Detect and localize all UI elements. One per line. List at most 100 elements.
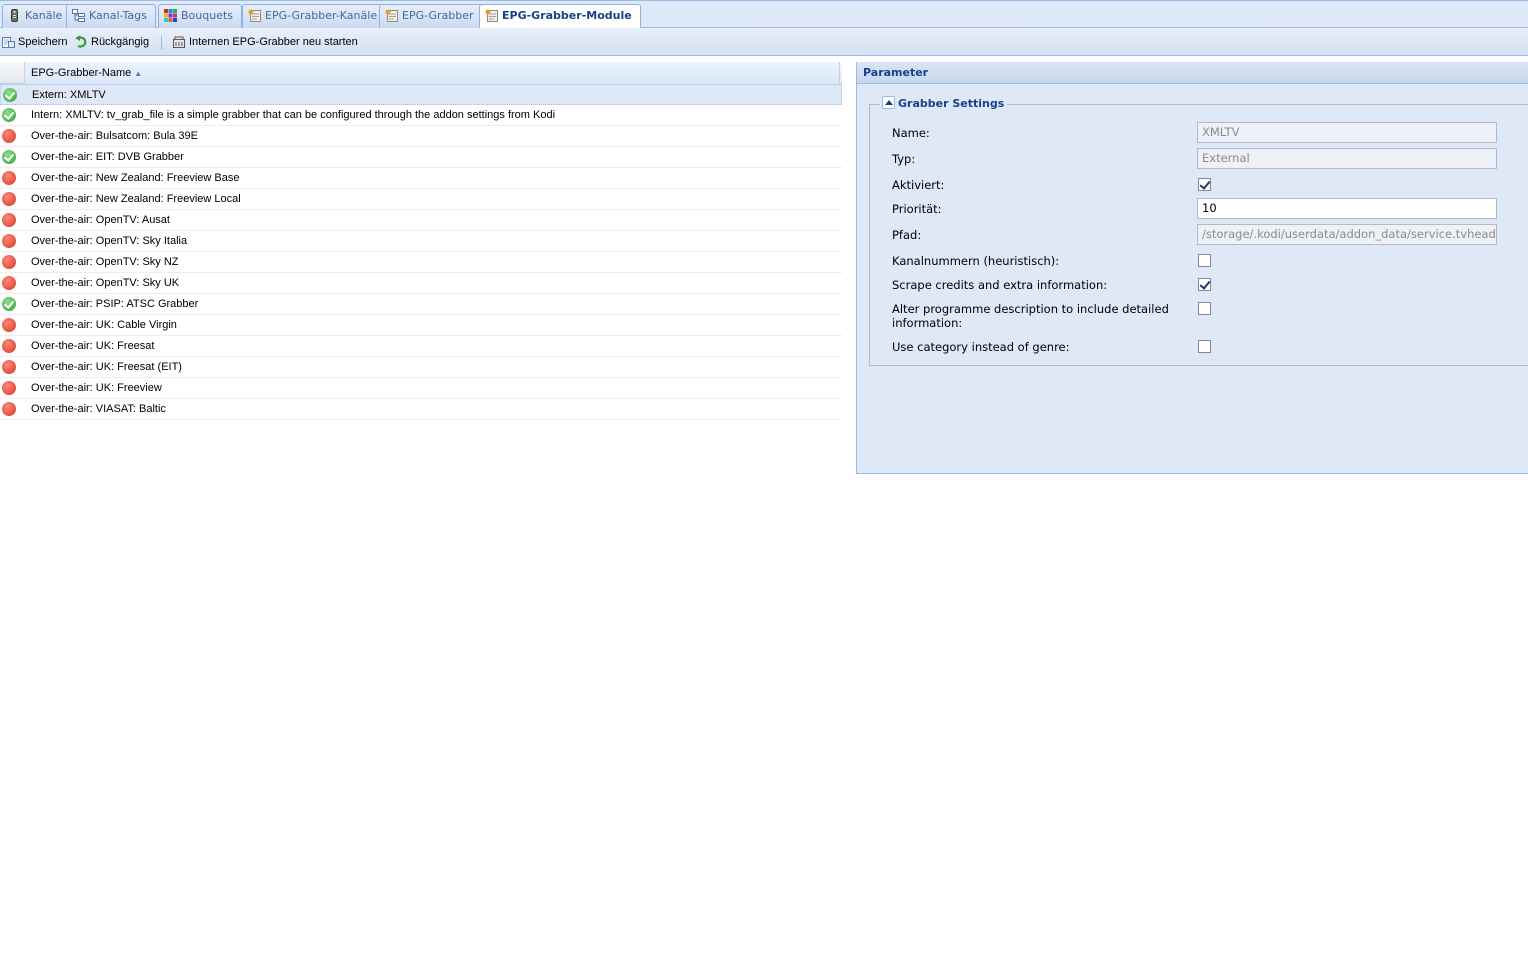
table-row[interactable]: Over-the-air: Bulsatcom: Bula 39E (0, 126, 842, 147)
fieldset-title: Grabber Settings (898, 97, 1005, 110)
scrape-credits-label: Scrape credits and extra information: (892, 278, 1108, 292)
grabber-settings-fieldset: Grabber Settings Name: XMLTV Typ: Extern… (869, 96, 1528, 366)
list-check-icon (385, 9, 398, 22)
tab-bouquets[interactable]: Bouquets (158, 4, 243, 28)
grid-rows: Extern: XMLTV Intern: XMLTV: tv_grab_file… (0, 84, 842, 420)
grabber-name: Over-the-air: EIT: DVB Grabber (31, 151, 184, 163)
epg-module-grid: EPG-Grabber-Name ▲ Extern: XMLTV Intern: X… (0, 62, 842, 422)
alter-description-label: Alter programme description to include d… (892, 302, 1169, 330)
table-row[interactable]: Over-the-air: EIT: DVB Grabber (0, 147, 842, 168)
grabber-name: Over-the-air: PSIP: ATSC Grabber (31, 298, 199, 310)
disabled-status-icon (2, 381, 16, 395)
name-field[interactable]: XMLTV (1197, 122, 1497, 143)
tab-bar: Kanäle Kanal-Tags Bouquets EPG-Grabber-K… (0, 0, 1528, 29)
name-label: Name: (892, 126, 930, 140)
grabber-name: Intern: XMLTV: tv_grab_file is a simple … (31, 109, 556, 121)
table-row[interactable]: Intern: XMLTV: tv_grab_file is a simple … (0, 105, 842, 126)
list-check-icon (485, 9, 498, 22)
scrape-credits-checkbox[interactable] (1198, 278, 1211, 291)
tab-label: EPG-Grabber (402, 9, 474, 22)
enabled-label: Aktiviert: (892, 178, 945, 192)
table-row[interactable]: Over-the-air: OpenTV: Sky UK (0, 273, 842, 294)
status-column-header (0, 62, 25, 84)
column-header-label: EPG-Grabber-Name (31, 67, 132, 79)
table-row[interactable]: Over-the-air: OpenTV: Ausat (0, 210, 842, 231)
table-row[interactable]: Over-the-air: New Zealand: Freeview Base (0, 168, 842, 189)
alter-description-checkbox[interactable] (1198, 302, 1211, 315)
enabled-status-icon (2, 150, 16, 164)
use-category-label: Use category instead of genre: (892, 340, 1070, 354)
table-row[interactable]: Over-the-air: OpenTV: Sky NZ (0, 252, 842, 273)
sort-ascending-icon: ▲ (134, 69, 143, 78)
remote-icon (11, 9, 18, 22)
tab-epg-grabber-kanaele[interactable]: EPG-Grabber-Kanäle (242, 4, 387, 28)
tab-label: EPG-Grabber-Module (502, 9, 632, 22)
table-row[interactable]: Over-the-air: New Zealand: Freeview Loca… (0, 189, 842, 210)
type-label: Typ: (892, 152, 916, 166)
enabled-checkbox[interactable] (1198, 178, 1211, 191)
parameter-panel: Parameter Grabber Settings Name: XMLTV T… (856, 62, 1528, 474)
tag-tree-icon (72, 9, 85, 22)
channel-numbers-label: Kanalnummern (heuristisch): (892, 254, 1060, 268)
undo-button-label: Rückgängig (91, 36, 150, 48)
disabled-status-icon (2, 171, 16, 185)
priority-label: Priorität: (892, 202, 942, 216)
fieldset-legend: Grabber Settings (880, 96, 1008, 112)
grabber-icon (173, 36, 185, 48)
table-row[interactable]: Over-the-air: PSIP: ATSC Grabber (0, 294, 842, 315)
restart-epg-grabber-button[interactable]: Internen EPG-Grabber neu starten (171, 28, 358, 56)
table-row[interactable]: Over-the-air: VIASAT: Baltic (0, 399, 842, 420)
enabled-status-icon (3, 88, 17, 102)
tab-kanal-tags[interactable]: Kanal-Tags (66, 4, 156, 28)
enabled-status-icon (2, 108, 16, 122)
undo-button[interactable]: Rückgängig (73, 28, 149, 56)
type-field[interactable]: External (1197, 148, 1497, 169)
collapse-icon[interactable] (882, 96, 895, 109)
use-category-checkbox[interactable] (1198, 340, 1211, 353)
table-row[interactable]: Over-the-air: UK: Freesat (0, 336, 842, 357)
tab-kanaele[interactable]: Kanäle (2, 4, 72, 28)
tab-epg-grabber-module[interactable]: EPG-Grabber-Module (479, 4, 641, 29)
grid-colors-icon (164, 9, 177, 22)
tab-label: Kanal-Tags (89, 9, 147, 22)
disabled-status-icon (2, 255, 16, 269)
parameter-panel-title: Parameter (857, 62, 1528, 84)
disabled-status-icon (2, 318, 16, 332)
grabber-name: Over-the-air: UK: Freesat (31, 340, 155, 352)
save-button[interactable]: Speichern (0, 28, 68, 56)
disabled-status-icon (2, 276, 16, 290)
disabled-status-icon (2, 402, 16, 416)
grabber-name: Extern: XMLTV (32, 89, 106, 101)
disabled-status-icon (2, 129, 16, 143)
restart-button-label: Internen EPG-Grabber neu starten (189, 36, 358, 48)
channel-numbers-checkbox[interactable] (1198, 254, 1211, 267)
disabled-status-icon (2, 360, 16, 374)
grabber-name: Over-the-air: OpenTV: Sky Italia (31, 235, 188, 247)
tab-label: EPG-Grabber-Kanäle (265, 9, 378, 22)
table-row[interactable]: Over-the-air: UK: Freesat (EIT) (0, 357, 842, 378)
disabled-status-icon (2, 192, 16, 206)
grabber-name: Over-the-air: UK: Cable Virgin (31, 319, 177, 331)
undo-icon (75, 35, 87, 48)
path-field[interactable]: /storage/.kodi/userdata/addon_data/servi… (1197, 224, 1497, 245)
grabber-name: Over-the-air: New Zealand: Freeview Base (31, 172, 240, 184)
disabled-status-icon (2, 234, 16, 248)
grabber-name: Over-the-air: VIASAT: Baltic (31, 403, 166, 415)
priority-field[interactable]: 10 (1197, 198, 1497, 219)
toolbar: Speichern Rückgängig Internen EPG-Grabbe… (0, 28, 1528, 56)
grabber-name: Over-the-air: UK: Freeview (31, 382, 162, 394)
path-label: Pfad: (892, 228, 922, 242)
tab-epg-grabber[interactable]: EPG-Grabber (379, 4, 483, 28)
toolbar-separator (161, 36, 162, 50)
table-row[interactable]: Over-the-air: OpenTV: Sky Italia (0, 231, 842, 252)
tab-label: Kanäle (25, 9, 63, 22)
grabber-name: Over-the-air: OpenTV: Ausat (31, 214, 170, 226)
save-button-label: Speichern (18, 36, 68, 48)
disabled-status-icon (2, 213, 16, 227)
grabber-name: Over-the-air: Bulsatcom: Bula 39E (31, 130, 198, 142)
name-column-header[interactable]: EPG-Grabber-Name ▲ (25, 62, 840, 84)
table-row[interactable]: Extern: XMLTV (0, 84, 842, 105)
table-row[interactable]: Over-the-air: UK: Cable Virgin (0, 315, 842, 336)
table-row[interactable]: Over-the-air: UK: Freeview (0, 378, 842, 399)
grabber-name: Over-the-air: New Zealand: Freeview Loca… (31, 193, 241, 205)
